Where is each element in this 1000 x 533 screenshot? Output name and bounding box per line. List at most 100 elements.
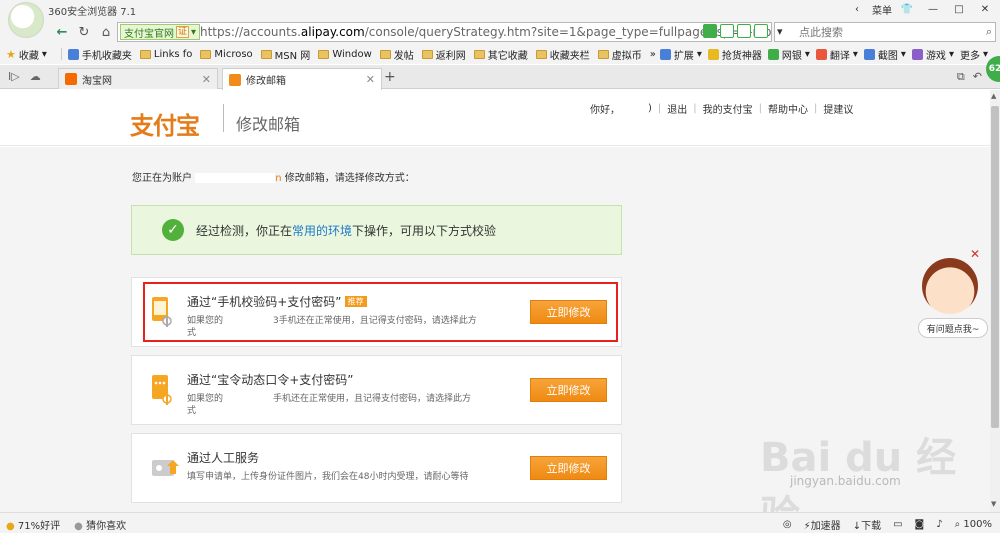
tool-shopping[interactable]: 抢货神器	[707, 47, 762, 62]
option-desc: 如果您的 手机还在正常使用，且记得支付密码，请选择此方式	[187, 394, 472, 416]
accelerator-item[interactable]: ⚡加速器	[804, 517, 841, 532]
divider	[223, 104, 224, 132]
bookmark-rebate[interactable]: 返利网	[421, 47, 466, 62]
bookmark-crypto[interactable]: 虚拟币	[597, 47, 642, 62]
tool-translate[interactable]: 翻译 ▾	[815, 47, 858, 62]
prev-icon[interactable]: ‹	[846, 1, 868, 17]
monitor-icon[interactable]: ▭	[893, 519, 902, 530]
option-manual-service: 通过人工服务 填写申请单，上传身份证件图片，我们会在48小时内受理，请耐心等待 …	[131, 433, 622, 503]
back-button[interactable]: ←	[52, 22, 72, 42]
tab-change-email[interactable]: 修改邮箱 ✕	[222, 68, 382, 90]
home-button[interactable]: ⌂	[96, 22, 116, 42]
logout-link[interactable]: 退出	[667, 101, 687, 116]
close-tab-icon[interactable]: ✕	[366, 73, 375, 86]
folder-icon	[318, 49, 330, 59]
minimize-button[interactable]: —	[922, 1, 944, 17]
bookmark-mobile[interactable]: 手机收藏夹	[67, 47, 132, 62]
edit-icon[interactable]	[720, 24, 734, 38]
feedback-link[interactable]: 提建议	[823, 101, 853, 116]
page-scrollbar[interactable]: ▲ ▼	[990, 90, 1000, 512]
bookmark-other[interactable]: 其它收藏	[473, 47, 528, 62]
cloud-icon[interactable]: ☁	[30, 70, 41, 83]
tool-ebank[interactable]: 网银 ▾	[767, 47, 810, 62]
search-engine-chevron-icon[interactable]: ▾	[777, 25, 783, 38]
highlight-box	[143, 282, 618, 342]
scroll-down-icon[interactable]: ▼	[991, 500, 996, 508]
reload-button[interactable]: ↻	[74, 22, 94, 42]
option-title: 通过“宝令动态口令+支付密码”	[187, 373, 354, 387]
bookmarks-bar: ★ 收藏 ▾ 手机收藏夹 Links fo Microso MSN 网 Window…	[0, 44, 1000, 64]
tab-label: 修改邮箱	[246, 76, 286, 87]
tool-screenshot[interactable]: 截图 ▾	[863, 47, 906, 62]
cert-mark: 证	[176, 26, 190, 38]
new-tab-button[interactable]: +	[384, 69, 396, 85]
modify-now-button[interactable]: 立即修改	[530, 456, 607, 480]
sound-icon[interactable]: ♪	[936, 519, 942, 530]
camera-icon[interactable]: ◙	[915, 519, 925, 530]
help-center-link[interactable]: 帮助中心	[768, 101, 808, 116]
notice-text: 经过检测，你正在常用的环境下操作，可用以下方式校验	[196, 224, 497, 238]
download-item[interactable]: ↓下载	[853, 517, 881, 532]
scroll-up-icon[interactable]: ▲	[991, 92, 996, 100]
url-text[interactable]: https://accounts.alipay.com/console/quer…	[200, 25, 772, 39]
sidebar-toggle-icon[interactable]: I▷	[8, 70, 20, 83]
shield-icon[interactable]	[703, 24, 717, 38]
check-circle-icon: ✓	[162, 219, 184, 241]
zoom-item[interactable]: ⌕ 100%	[955, 519, 992, 530]
folder-icon	[535, 49, 547, 59]
tab-row: I▷ ☁ 淘宝网 ✕ 修改邮箱 ✕ + ⧉ ↶	[0, 65, 1000, 90]
search-icon[interactable]: ⌕	[986, 25, 992, 39]
bookmark-favorites[interactable]: ★ 收藏 ▾	[6, 47, 47, 62]
maximize-button[interactable]: □	[948, 1, 970, 17]
bookmark-links[interactable]: Links fo	[139, 49, 192, 60]
more-bookmarks-icon[interactable]: »	[650, 49, 656, 60]
assistant-icon[interactable]: ◎	[783, 519, 792, 530]
bookmark-windows[interactable]: Window	[318, 49, 372, 60]
certificate-badge[interactable]: 支付宝官网 证 ▾	[120, 24, 201, 40]
helper-avatar[interactable]	[922, 258, 978, 314]
dot-icon: ●	[74, 521, 83, 532]
web-page: 支付宝 修改邮箱 你好， ) | 退出 | 我的支付宝 | 帮助中心 | 提建议…	[0, 90, 990, 512]
browser-logo-icon[interactable]	[8, 2, 44, 38]
bookmark-favbar[interactable]: 收藏夹栏	[535, 47, 590, 62]
address-bar[interactable]: 支付宝官网 证 ▾ https://accounts.alipay.com/co…	[117, 22, 772, 42]
greeting: 你好，	[590, 105, 620, 116]
tab-taobao[interactable]: 淘宝网 ✕	[58, 68, 218, 89]
close-tab-icon[interactable]: ✕	[202, 73, 211, 86]
address-row: ← ↻ ⌂ 支付宝官网 证 ▾ https://accounts.alipay.…	[0, 20, 1000, 44]
folder-icon	[139, 49, 151, 59]
bank-icon	[767, 48, 779, 60]
translate-icon	[815, 48, 827, 60]
help-chat-button[interactable]: 有问题点我~	[918, 318, 988, 338]
close-icon[interactable]: ✕	[970, 247, 980, 261]
url-domain: alipay.com	[300, 25, 365, 39]
taobao-favicon-icon	[65, 73, 77, 85]
rating-item[interactable]: ● 71%好评	[6, 517, 60, 532]
search-input[interactable]	[799, 24, 969, 40]
bookmark-post[interactable]: 发帖	[379, 47, 414, 62]
top-nav: 你好， ) | 退出 | 我的支付宝 | 帮助中心 | 提建议	[590, 101, 854, 116]
account-mask	[195, 173, 276, 183]
guess-item[interactable]: ● 猜你喜欢	[74, 517, 126, 532]
close-window-button[interactable]: ✕	[974, 1, 996, 17]
restore-tab-icon[interactable]: ↶	[973, 70, 982, 84]
bookmark-msn[interactable]: MSN 网	[260, 47, 310, 62]
share-icon[interactable]	[737, 24, 751, 38]
tool-more[interactable]: 更多 ▾	[960, 47, 988, 62]
tool-games[interactable]: 游戏 ▾	[911, 47, 954, 62]
tool-extensions[interactable]: 扩展 ▾	[659, 47, 702, 62]
menu-button[interactable]: 菜单	[872, 2, 892, 17]
bookmark-microsoft[interactable]: Microso	[200, 49, 253, 60]
cart-icon	[707, 48, 719, 60]
star-icon[interactable]	[754, 24, 768, 38]
common-environment-link[interactable]: 常用的环境	[292, 224, 352, 238]
window-controls: ‹ 菜单 👕 — □ ✕	[846, 0, 996, 18]
folder-icon	[421, 49, 433, 59]
search-box[interactable]: ▾ ⌕	[774, 22, 996, 42]
windows-icon[interactable]: ⧉	[957, 70, 965, 84]
my-alipay-link[interactable]: 我的支付宝	[703, 101, 753, 116]
scroll-thumb[interactable]	[991, 106, 999, 428]
modify-now-button[interactable]: 立即修改	[530, 378, 607, 402]
alipay-logo[interactable]: 支付宝	[130, 106, 200, 141]
skin-icon[interactable]: 👕	[896, 1, 918, 17]
